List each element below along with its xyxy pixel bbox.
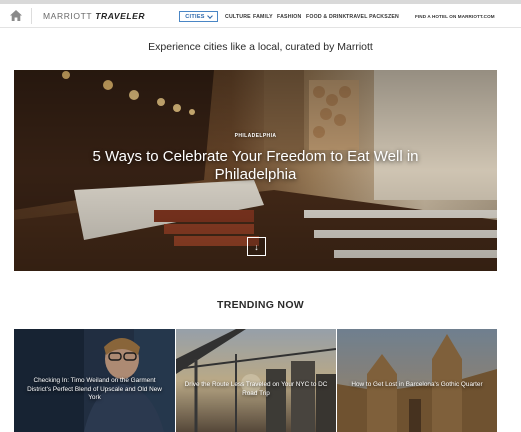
nav-link-zen[interactable]: ZEN [388,14,399,20]
nav-link-food-drink[interactable]: FOOD & DRINK [306,14,346,20]
trending-heading: TRENDING NOW [216,299,304,311]
top-navigation-bar: MARRIOTT TRAVELER CITIES CULTURE FAMILY F… [0,4,521,28]
hero-title[interactable]: 5 Ways to Celebrate Your Freedom to Eat … [54,148,457,184]
brand-name-bold: TRAVELER [95,11,146,21]
trending-card-1[interactable]: Checking In: Timo Weiland on the Garment… [14,329,175,432]
nav-link-fashion[interactable]: FASHION [277,14,301,20]
trending-card-3-title[interactable]: How to Get Lost in Barcelona's Gothic Qu… [345,381,489,390]
hero-slider[interactable]: PHILADELPHIA 5 Ways to Celebrate Your Fr… [14,70,497,271]
trending-card-3[interactable]: How to Get Lost in Barcelona's Gothic Qu… [337,329,497,432]
nav-link-travel-packs[interactable]: TRAVEL PACKS [346,14,388,20]
nav-link-culture[interactable]: CULTURE [225,14,251,20]
chevron-down-icon [206,12,213,19]
brand-logo[interactable]: MARRIOTT TRAVELER [43,11,145,21]
find-hotel-link[interactable]: FIND A HOTEL ON MARRIOTT.COM [415,14,495,19]
brand-name-light: MARRIOTT [43,11,93,21]
trending-card-1-title[interactable]: Checking In: Timo Weiland on the Garment… [22,377,167,403]
trending-card-2-title[interactable]: Drive the Route Less Traveled on Your NY… [184,381,328,398]
cities-dropdown-button[interactable]: CITIES [179,11,218,22]
hero-kicker-city[interactable]: PHILADELPHIA [14,133,497,139]
trending-card-2[interactable]: Drive the Route Less Traveled on Your NY… [176,329,336,432]
nav-link-family[interactable]: FAMILY [253,14,273,20]
nav-divider [31,8,32,24]
home-icon[interactable] [9,9,23,22]
cities-label: CITIES [185,13,205,20]
page-tagline: Experience cities like a local, curated … [148,41,373,53]
arrow-down-icon[interactable]: ↓ [247,237,266,256]
